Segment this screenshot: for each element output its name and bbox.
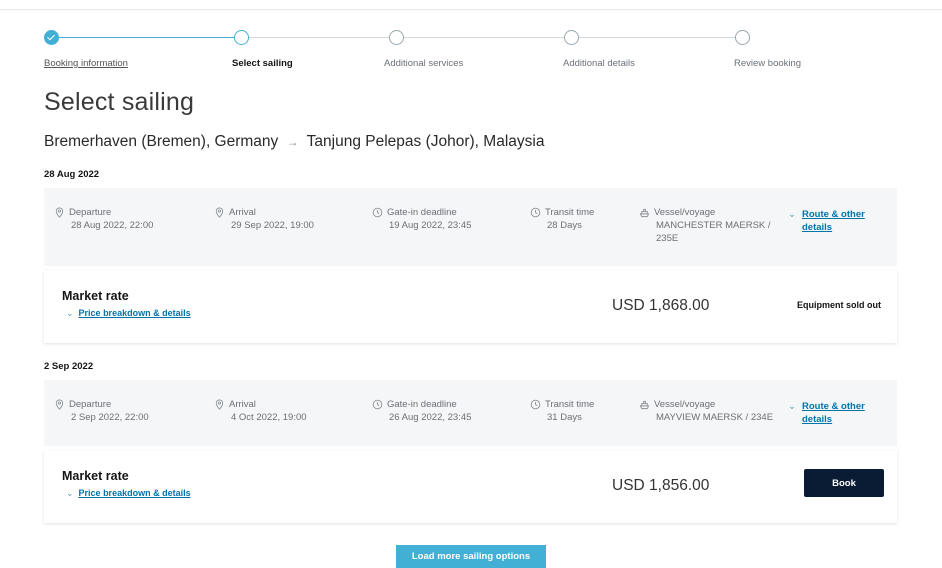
arrival-info: Arrival 4 Oct 2022, 19:00 — [214, 398, 307, 424]
departure-info: Departure 2 Sep 2022, 22:00 — [54, 398, 149, 424]
price-value: USD 1,856.00 — [612, 477, 710, 494]
route-details-link[interactable]: ⌄ Route & other details — [788, 208, 865, 234]
transit-value: 31 Days — [547, 412, 582, 423]
voyage-value: 235E — [656, 233, 679, 244]
vessel-value: MANCHESTER MAERSK / — [656, 220, 771, 231]
arrival-info: Arrival 29 Sep 2022, 19:00 — [214, 206, 314, 232]
gate-in-info: Gate-in deadline 19 Aug 2022, 23:45 — [372, 206, 471, 232]
clock-icon — [372, 399, 383, 410]
departure-value: 28 Aug 2022, 22:00 — [71, 220, 154, 231]
step-pending-icon — [735, 30, 750, 45]
gate-in-info: Gate-in deadline 26 Aug 2022, 23:45 — [372, 398, 471, 424]
transit-info: Transit time 28 Days — [530, 206, 594, 232]
chevron-down-icon: ⌄ — [788, 209, 796, 220]
rate-title: Market rate — [62, 289, 129, 303]
step-select-sailing: Select sailing — [232, 58, 293, 69]
booking-stepper: Booking information Select sailing Addit… — [44, 30, 904, 70]
chevron-down-icon: ⌄ — [66, 308, 74, 318]
ship-icon — [639, 399, 650, 410]
rate-card: Market rate ⌄ Price breakdown & details U… — [44, 451, 897, 523]
vessel-value: MAYVIEW MAERSK / 234E — [656, 412, 774, 423]
arrival-label: Arrival — [229, 207, 256, 218]
load-more-sailings-button[interactable]: Load more sailing options — [396, 545, 546, 568]
step-review-booking: Review booking — [734, 58, 802, 69]
clock-icon — [372, 207, 383, 218]
departure-label: Departure — [69, 399, 112, 410]
vessel-info: Vessel/voyage MAYVIEW MAERSK / 234E — [639, 398, 773, 424]
departure-value: 2 Sep 2022, 22:00 — [71, 412, 149, 423]
location-pin-icon — [54, 207, 65, 218]
arrival-value: 4 Oct 2022, 19:00 — [231, 412, 307, 423]
departure-info: Departure 28 Aug 2022, 22:00 — [54, 206, 153, 232]
arrival-label: Arrival — [229, 399, 256, 410]
sailing-date: 2 Sep 2022 — [44, 361, 94, 372]
route-arrow-icon: → — [286, 135, 299, 149]
gate-in-value: 26 Aug 2022, 23:45 — [389, 412, 472, 423]
route-origin: Bremerhaven (Bremen), Germany — [44, 133, 279, 150]
stepper-line — [249, 37, 389, 38]
clock-icon — [530, 207, 541, 218]
sailing-details-card: Departure 28 Aug 2022, 22:00 Arrival 29 … — [44, 188, 897, 266]
location-pin-icon — [214, 399, 225, 410]
transit-label: Transit time — [545, 399, 595, 410]
step-additional-details: Additional details — [563, 58, 635, 69]
page-title: Select sailing — [44, 88, 195, 116]
location-pin-icon — [54, 399, 65, 410]
rate-card: Market rate ⌄ Price breakdown & details U… — [44, 271, 897, 343]
stepper-line — [59, 37, 234, 38]
price-breakdown-link[interactable]: ⌄ Price breakdown & details — [66, 488, 191, 499]
price-breakdown-link[interactable]: ⌄ Price breakdown & details — [66, 308, 191, 319]
vessel-label: Vessel/voyage — [654, 207, 716, 218]
vessel-label: Vessel/voyage — [654, 399, 716, 410]
route-title: Bremerhaven (Bremen), Germany → Tanjung … — [44, 133, 544, 151]
gate-in-value: 19 Aug 2022, 23:45 — [389, 220, 472, 231]
vessel-info: Vessel/voyage MANCHESTER MAERSK / 235E — [639, 206, 771, 245]
transit-label: Transit time — [545, 207, 595, 218]
price-value: USD 1,868.00 — [612, 297, 710, 314]
step-additional-services: Additional services — [384, 58, 464, 69]
top-divider — [0, 9, 942, 10]
gate-in-label: Gate-in deadline — [387, 399, 457, 410]
stepper-line — [404, 37, 564, 38]
ship-icon — [639, 207, 650, 218]
sailing-date: 28 Aug 2022 — [44, 169, 100, 180]
transit-value: 28 Days — [547, 220, 582, 231]
transit-info: Transit time 31 Days — [530, 398, 594, 424]
location-pin-icon — [214, 207, 225, 218]
status-badge: Equipment sold out — [797, 300, 881, 310]
arrival-value: 29 Sep 2022, 19:00 — [231, 220, 314, 231]
departure-label: Departure — [69, 207, 112, 218]
chevron-down-icon: ⌄ — [788, 401, 796, 412]
step-pending-icon — [389, 30, 404, 45]
step-pending-icon — [564, 30, 579, 45]
clock-icon — [530, 399, 541, 410]
step-complete-icon[interactable] — [44, 30, 59, 45]
step-booking-information[interactable]: Booking information — [44, 58, 128, 69]
rate-title: Market rate — [62, 469, 129, 483]
stepper-line — [579, 37, 735, 38]
gate-in-label: Gate-in deadline — [387, 207, 457, 218]
sailing-details-card: Departure 2 Sep 2022, 22:00 Arrival 4 Oc… — [44, 380, 897, 446]
route-details-link[interactable]: ⌄ Route & other details — [788, 400, 865, 426]
chevron-down-icon: ⌄ — [66, 488, 74, 498]
route-destination: Tanjung Pelepas (Johor), Malaysia — [306, 133, 545, 150]
step-current-icon — [234, 30, 249, 45]
book-button[interactable]: Book — [804, 469, 884, 497]
